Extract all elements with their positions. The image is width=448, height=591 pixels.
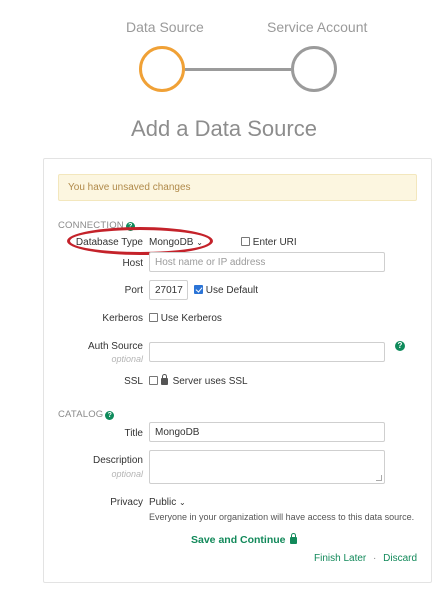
description-label: Description xyxy=(92,455,143,466)
catalog-title-text: CATALOG xyxy=(58,409,104,420)
auth-source-help-icon[interactable]: ? xyxy=(395,341,405,351)
help-icon[interactable]: ? xyxy=(125,222,135,231)
privacy-note: Everyone in your organization will have … xyxy=(149,512,415,522)
ssl-label: SSL xyxy=(124,376,143,387)
use-kerberos-checkbox[interactable] xyxy=(149,313,158,322)
host-input[interactable]: Host name or IP address xyxy=(149,252,385,272)
auth-source-input[interactable] xyxy=(149,342,385,362)
lock-icon xyxy=(160,374,168,385)
step-circle-active xyxy=(139,46,185,92)
ssl-option[interactable]: Server uses SSL xyxy=(149,374,248,387)
database-type-value: MongoDB xyxy=(149,237,194,248)
discard-link[interactable]: Discard xyxy=(383,553,417,564)
connection-title-text: CONNECTION xyxy=(58,220,124,231)
privacy-value: Public xyxy=(149,497,177,508)
finish-later-link[interactable]: Finish Later xyxy=(314,553,366,564)
description-optional: optional xyxy=(111,469,143,479)
title-input[interactable]: MongoDB xyxy=(149,422,385,442)
step-label-data-source: Data Source xyxy=(126,19,204,35)
title-label: Title xyxy=(124,428,143,439)
database-type-select[interactable]: MongoDB ⌄ xyxy=(149,237,203,248)
enter-uri-option[interactable]: Enter URI xyxy=(241,237,297,248)
chevron-down-icon: ⌄ xyxy=(196,238,203,247)
connection-section-title: CONNECTION? xyxy=(58,220,135,231)
auth-source-optional: optional xyxy=(111,354,143,364)
kerberos-label: Kerberos xyxy=(102,313,143,324)
ssl-checkbox[interactable] xyxy=(149,376,158,385)
link-separator: · xyxy=(373,553,377,564)
unsaved-changes-alert: You have unsaved changes xyxy=(58,174,417,201)
use-kerberos-label: Use Kerberos xyxy=(160,313,222,324)
enter-uri-label: Enter URI xyxy=(252,237,297,248)
resize-handle-icon[interactable] xyxy=(376,475,382,481)
port-input[interactable]: 27017 xyxy=(149,280,188,300)
footer-links: Finish Later · Discard xyxy=(314,553,417,564)
step-label-service-account: Service Account xyxy=(267,19,368,35)
database-type-label: Database Type xyxy=(75,237,143,248)
data-source-form: You have unsaved changes CONNECTION? Dat… xyxy=(43,158,432,583)
step-connector xyxy=(185,68,291,71)
chevron-down-icon: ⌄ xyxy=(179,498,186,507)
auth-source-label: Auth Source xyxy=(87,341,143,352)
use-default-checkbox[interactable] xyxy=(194,285,203,294)
privacy-select[interactable]: Public ⌄ xyxy=(149,497,186,508)
stepper: Data Source Service Account xyxy=(0,0,448,100)
use-kerberos-option[interactable]: Use Kerberos xyxy=(149,313,222,324)
step-circle-inactive xyxy=(291,46,337,92)
save-and-continue-button[interactable]: Save and Continue xyxy=(191,533,299,546)
ssl-option-label: Server uses SSL xyxy=(172,376,248,387)
port-label: Port xyxy=(124,285,143,296)
lock-icon xyxy=(290,533,298,544)
enter-uri-checkbox[interactable] xyxy=(241,237,250,246)
description-textarea[interactable] xyxy=(149,450,385,484)
host-label: Host xyxy=(122,258,143,269)
privacy-label: Privacy xyxy=(110,497,143,508)
use-default-label: Use Default xyxy=(205,285,259,296)
use-default-option[interactable]: Use Default xyxy=(194,285,258,296)
catalog-section-title: CATALOG? xyxy=(58,409,115,420)
help-icon[interactable]: ? xyxy=(105,411,115,420)
save-and-continue-label: Save and Continue xyxy=(191,534,286,546)
page-title: Add a Data Source xyxy=(131,116,317,141)
